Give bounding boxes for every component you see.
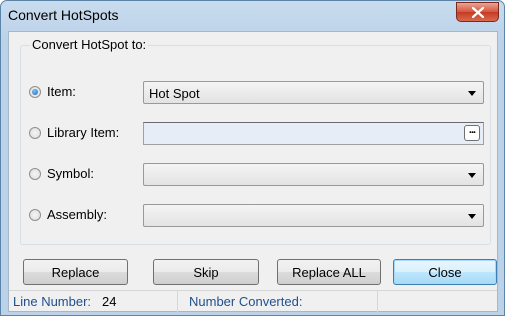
line-number-label: Line Number: — [13, 294, 92, 309]
library-item-field[interactable]: ... — [143, 122, 484, 145]
item-radio-label[interactable]: Item: — [47, 84, 76, 99]
skip-button[interactable]: Skip — [153, 259, 259, 285]
option-row-item: Item: Hot Spot — [21, 81, 490, 105]
assembly-dropdown[interactable] — [143, 204, 484, 227]
status-separator — [377, 291, 378, 312]
dialog-client-area: Convert HotSpot to: Item: Hot Spot Libra… — [8, 31, 498, 312]
dropdown-arrow-icon — [468, 91, 476, 96]
close-button[interactable]: Close — [393, 259, 497, 285]
symbol-radio[interactable] — [29, 168, 41, 180]
library-item-radio[interactable] — [29, 127, 41, 139]
item-dropdown-value: Hot Spot — [149, 86, 200, 101]
status-separator — [177, 291, 178, 312]
item-dropdown[interactable]: Hot Spot — [143, 81, 484, 104]
assembly-radio-label[interactable]: Assembly: — [47, 207, 107, 222]
library-item-radio-label[interactable]: Library Item: — [47, 125, 119, 140]
group-legend: Convert HotSpot to: — [30, 37, 149, 52]
number-converted-label: Number Converted: — [189, 294, 303, 309]
dialog-window: Convert HotSpots Convert HotSpot to: Ite… — [0, 0, 505, 316]
symbol-radio-label[interactable]: Symbol: — [47, 166, 94, 181]
close-x-icon — [472, 7, 484, 18]
window-title: Convert HotSpots — [8, 7, 119, 23]
window-close-button[interactable] — [456, 2, 499, 22]
symbol-dropdown[interactable] — [143, 163, 484, 186]
item-radio[interactable] — [29, 86, 41, 98]
assembly-radio[interactable] — [29, 209, 41, 221]
browse-ellipsis-button[interactable]: ... — [464, 125, 480, 141]
status-bar: Line Number: 24 Number Converted: — [9, 290, 497, 312]
dropdown-arrow-icon — [468, 214, 476, 219]
option-row-library-item: Library Item: ... — [21, 122, 490, 146]
line-number-value: 24 — [102, 294, 117, 309]
replace-button[interactable]: Replace — [23, 259, 128, 285]
dropdown-arrow-icon — [468, 173, 476, 178]
title-bar[interactable]: Convert HotSpots — [1, 1, 504, 31]
option-row-symbol: Symbol: — [21, 163, 490, 187]
option-row-assembly: Assembly: — [21, 204, 490, 228]
replace-all-button[interactable]: Replace ALL — [277, 259, 381, 285]
convert-to-group: Convert HotSpot to: Item: Hot Spot Libra… — [20, 37, 491, 245]
